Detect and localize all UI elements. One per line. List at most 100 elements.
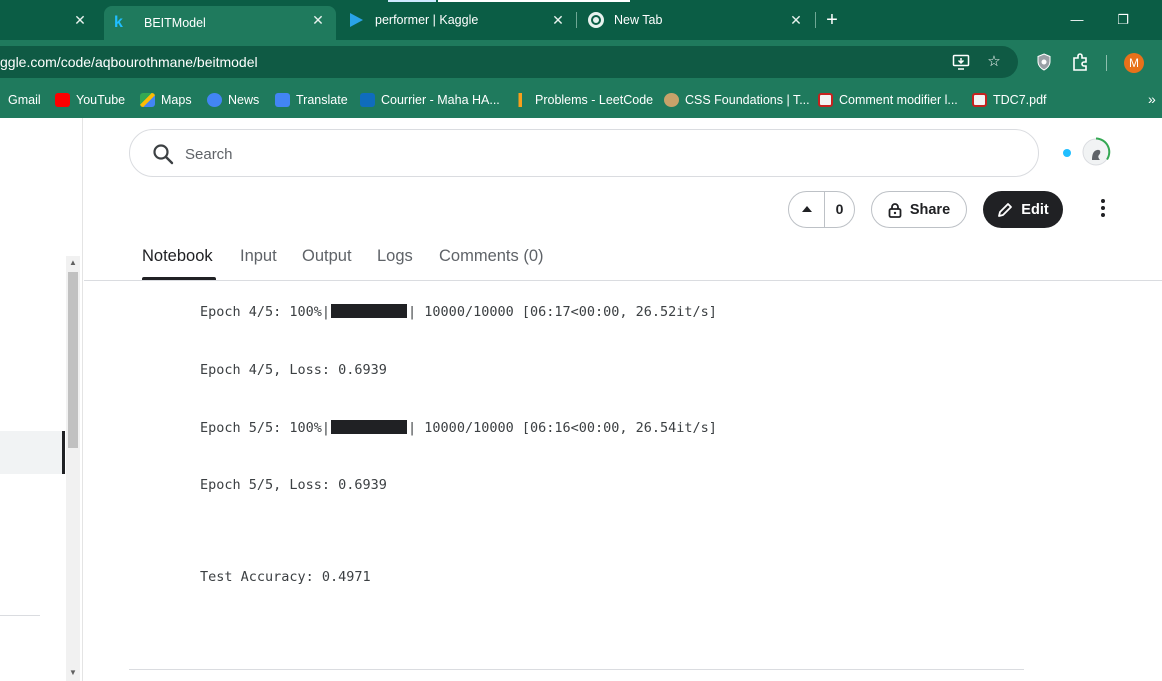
tab-title: performer | Kaggle xyxy=(375,13,479,27)
kaggle-page: ▲ ▼ 0 Share Edit Notebook Input Output L… xyxy=(0,118,1162,681)
bookmark-label: CSS Foundations | T... xyxy=(685,93,810,107)
epoch5-progress-line: Epoch 5/5: 100%| | 10000/10000 [06:16<00:… xyxy=(200,420,717,436)
edit-label: Edit xyxy=(1021,201,1049,218)
scrollbar-thumb[interactable] xyxy=(68,272,78,448)
leetcode-icon xyxy=(514,93,529,107)
bookmark-css-foundations[interactable]: CSS Foundations | T... xyxy=(664,91,810,109)
left-navigation: ▲ ▼ xyxy=(0,118,83,681)
browser-tab-beitmodel[interactable]: k BEITModel ✕ xyxy=(104,6,336,40)
tab-title: New Tab xyxy=(614,13,663,27)
close-tab-icon[interactable]: ✕ xyxy=(788,12,804,28)
bookmark-leetcode[interactable]: Problems - LeetCode xyxy=(514,91,653,109)
scroll-down-arrow-icon[interactable]: ▼ xyxy=(66,666,80,680)
profile-avatar[interactable]: M xyxy=(1124,53,1144,73)
user-avatar[interactable] xyxy=(1080,136,1112,168)
progress-prefix: Epoch 5/5: 100%| xyxy=(200,420,331,436)
nav-item-active[interactable] xyxy=(0,431,62,474)
youtube-icon xyxy=(55,93,70,107)
news-icon xyxy=(207,93,222,107)
browser-toolbar: ggle.com/code/aqbourothmane/beitmodel ☆ … xyxy=(0,40,1162,82)
translate-icon xyxy=(275,93,290,107)
bookmark-youtube[interactable]: YouTube xyxy=(55,91,125,109)
test-accuracy-line: Test Accuracy: 0.4971 xyxy=(200,569,371,585)
nav-divider xyxy=(0,615,40,616)
bookmark-star-icon[interactable]: ☆ xyxy=(985,54,1003,70)
shield-extension-icon[interactable] xyxy=(1035,53,1053,71)
epoch4-progress-line: Epoch 4/5: 100%| | 10000/10000 [06:17<00:… xyxy=(200,304,717,320)
restore-button[interactable]: ❐ xyxy=(1113,10,1133,30)
scroll-up-arrow-icon[interactable]: ▲ xyxy=(66,256,80,270)
kaggle-k-icon: k xyxy=(114,14,123,31)
maps-icon xyxy=(140,93,155,107)
outlook-icon xyxy=(360,93,375,107)
browser-tab-performer[interactable]: performer | Kaggle ✕ xyxy=(340,0,630,40)
search-icon xyxy=(153,144,174,165)
toolbar-separator xyxy=(1106,55,1107,71)
cell-output: Epoch 4/5: 100%| | 10000/10000 [06:17<00:… xyxy=(200,296,717,585)
vote-count: 0 xyxy=(835,201,844,217)
bookmark-maps[interactable]: Maps xyxy=(140,91,192,109)
bookmark-label: YouTube xyxy=(76,93,126,107)
tab-notebook[interactable]: Notebook xyxy=(142,247,213,266)
browser-tab-strip: ✕ k BEITModel ✕ performer | Kaggle ✕ New… xyxy=(0,0,1162,40)
close-tab-icon[interactable]: ✕ xyxy=(550,12,566,28)
search-box[interactable] xyxy=(129,129,1039,177)
progress-prefix: Epoch 4/5: 100%| xyxy=(200,304,331,320)
install-app-icon[interactable] xyxy=(952,54,970,70)
search-input[interactable] xyxy=(185,142,1005,166)
tab-input[interactable]: Input xyxy=(240,247,277,266)
bookmark-gmail[interactable]: Gmail xyxy=(8,91,41,109)
edit-button[interactable]: Edit xyxy=(983,191,1063,228)
pencil-icon xyxy=(998,202,1013,217)
bookmark-label: Maps xyxy=(161,93,192,107)
tab-loading-bar xyxy=(388,0,436,2)
upvote-arrow-icon[interactable] xyxy=(789,192,825,227)
progress-bar xyxy=(331,304,408,318)
pdf-icon xyxy=(972,93,987,107)
bookmark-news[interactable]: News xyxy=(207,91,259,109)
lock-icon xyxy=(888,202,902,218)
doc-icon xyxy=(818,93,833,107)
close-tab-icon[interactable]: ✕ xyxy=(310,12,326,28)
bookmark-courrier[interactable]: Courrier - Maha HA... xyxy=(360,91,500,109)
bookmark-label: TDC7.pdf xyxy=(993,93,1047,107)
notification-dot xyxy=(1063,149,1071,157)
tab-separator xyxy=(576,12,577,28)
more-options-icon[interactable] xyxy=(1094,196,1112,222)
share-button[interactable]: Share xyxy=(871,191,967,228)
bookmark-comment-modifier[interactable]: Comment modifier l... xyxy=(818,91,958,109)
address-bar[interactable]: ggle.com/code/aqbourothmane/beitmodel ☆ xyxy=(0,46,1018,78)
bookmark-translate[interactable]: Translate xyxy=(275,91,348,109)
progress-suffix: | 10000/10000 [06:17<00:00, 26.52it/s] xyxy=(408,304,717,320)
tab-logs[interactable]: Logs xyxy=(377,247,413,266)
bookmark-label: Comment modifier l... xyxy=(839,93,958,107)
close-tab-icon[interactable]: ✕ xyxy=(72,12,88,28)
bookmark-label: Gmail xyxy=(8,93,41,107)
active-tab-underline xyxy=(142,277,216,280)
odin-icon xyxy=(664,93,679,107)
tab-comments[interactable]: Comments (0) xyxy=(439,247,544,266)
chrome-icon xyxy=(588,12,604,28)
sidebar-scrollbar[interactable]: ▲ ▼ xyxy=(66,256,80,681)
minimize-button[interactable]: — xyxy=(1067,10,1087,30)
tab-separator xyxy=(815,12,816,28)
browser-tab-new-tab[interactable]: New Tab ✕ xyxy=(578,0,814,40)
nav-active-indicator xyxy=(62,431,65,474)
epoch5-loss-line: Epoch 5/5, Loss: 0.6939 xyxy=(200,477,387,493)
bookmark-tdc7[interactable]: TDC7.pdf xyxy=(972,91,1047,109)
tab-output[interactable]: Output xyxy=(302,247,352,266)
browser-tab-previous[interactable]: ✕ xyxy=(0,0,100,40)
epoch4-loss-line: Epoch 4/5, Loss: 0.6939 xyxy=(200,362,387,378)
new-tab-button[interactable]: + xyxy=(822,10,842,30)
url-text[interactable]: ggle.com/code/aqbourothmane/beitmodel xyxy=(0,46,258,78)
bookmark-label: Courrier - Maha HA... xyxy=(381,93,500,107)
play-icon xyxy=(350,13,363,27)
progress-bar xyxy=(331,420,408,434)
more-bookmarks-button[interactable]: » xyxy=(1148,91,1156,107)
bookmark-label: News xyxy=(228,93,260,107)
extensions-puzzle-icon[interactable] xyxy=(1071,53,1089,71)
bookmark-label: Problems - LeetCode xyxy=(535,93,654,107)
tab-title: BEITModel xyxy=(144,16,206,30)
bookmark-label: Translate xyxy=(296,93,348,107)
share-label: Share xyxy=(909,201,951,218)
